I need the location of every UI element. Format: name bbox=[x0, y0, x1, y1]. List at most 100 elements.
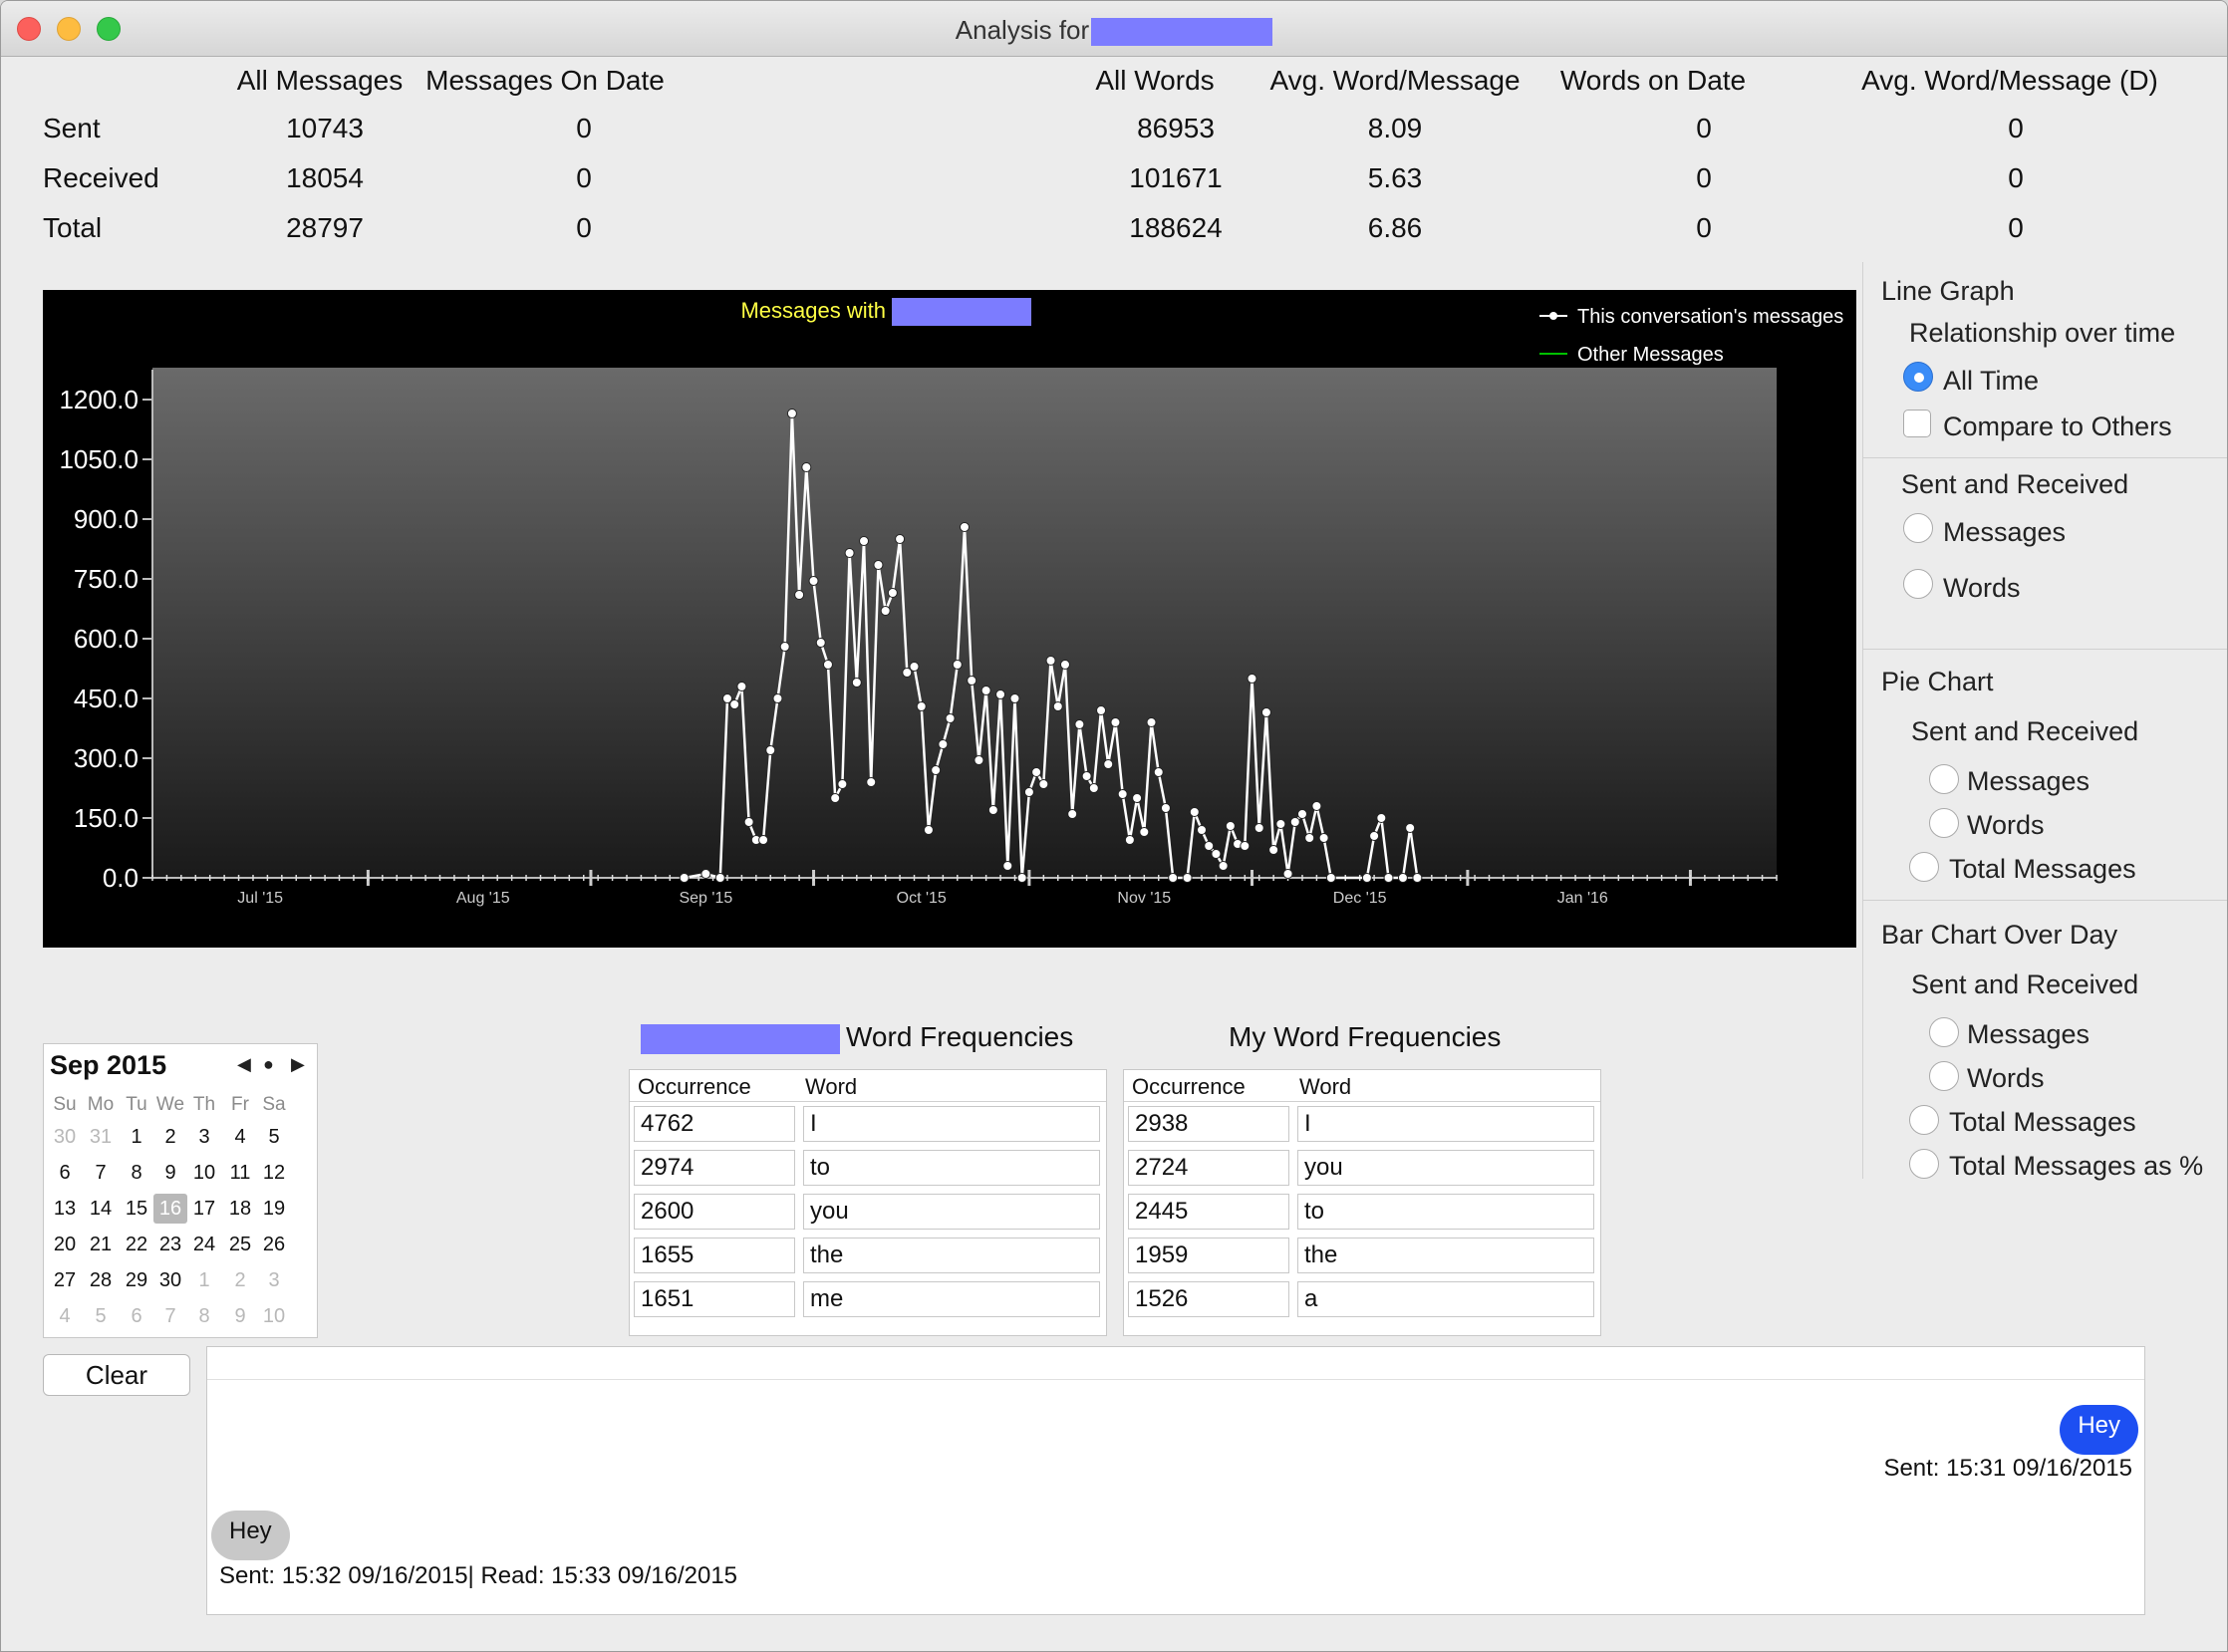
occurrence-cell[interactable]: 2938 bbox=[1128, 1106, 1289, 1142]
calendar-day[interactable]: 25 bbox=[223, 1230, 257, 1259]
calendar-day[interactable]: 30 bbox=[48, 1122, 82, 1152]
calendar-day[interactable]: 31 bbox=[84, 1122, 118, 1152]
calendar-day[interactable]: 20 bbox=[48, 1230, 82, 1259]
occurrence-cell[interactable]: 4762 bbox=[634, 1106, 795, 1142]
calendar-day[interactable]: 12 bbox=[257, 1158, 291, 1188]
calendar-day[interactable]: 3 bbox=[257, 1265, 291, 1295]
calendar-day[interactable]: 7 bbox=[84, 1158, 118, 1188]
occurrence-cell[interactable]: 1651 bbox=[634, 1281, 795, 1317]
calendar-day[interactable]: 4 bbox=[48, 1301, 82, 1331]
clear-button[interactable]: Clear bbox=[43, 1354, 190, 1396]
calendar-day[interactable]: 24 bbox=[187, 1230, 221, 1259]
bar-messages-radio[interactable] bbox=[1929, 1017, 1959, 1047]
calendar-day[interactable]: 6 bbox=[48, 1158, 82, 1188]
calendar-day[interactable]: 3 bbox=[187, 1122, 221, 1152]
calendar-day[interactable]: 2 bbox=[153, 1122, 187, 1152]
word-cell[interactable]: to bbox=[1297, 1194, 1594, 1230]
calendar-day[interactable]: 28 bbox=[84, 1265, 118, 1295]
column-header-occurrence[interactable]: Occurrence bbox=[638, 1074, 751, 1100]
calendar-day[interactable]: 4 bbox=[223, 1122, 257, 1152]
calendar-day[interactable]: 8 bbox=[120, 1158, 153, 1188]
occurrence-cell[interactable]: 2974 bbox=[634, 1150, 795, 1186]
calendar-day[interactable]: 15 bbox=[120, 1194, 153, 1224]
redacted-name bbox=[641, 1023, 840, 1054]
today-dot-icon[interactable]: ● bbox=[263, 1054, 274, 1075]
column-header-occurrence[interactable]: Occurrence bbox=[1132, 1074, 1246, 1100]
bar-words-radio[interactable] bbox=[1929, 1061, 1959, 1091]
calendar-day[interactable]: 29 bbox=[120, 1265, 153, 1295]
bar-total-pct-radio[interactable] bbox=[1909, 1149, 1939, 1179]
calendar-day[interactable]: 8 bbox=[187, 1301, 221, 1331]
y-tick-label: 450.0 bbox=[74, 684, 139, 713]
calendar-day[interactable]: 19 bbox=[257, 1194, 291, 1224]
separator bbox=[1863, 457, 2227, 458]
line-words-radio[interactable] bbox=[1903, 569, 1933, 599]
calendar-day[interactable]: 16 bbox=[153, 1194, 187, 1224]
calendar-day[interactable]: 22 bbox=[120, 1230, 153, 1259]
calendar-day[interactable]: 5 bbox=[84, 1301, 118, 1331]
occurrence-cell[interactable]: 1526 bbox=[1128, 1281, 1289, 1317]
pie-messages-radio[interactable] bbox=[1929, 764, 1959, 794]
occurrence-cell[interactable]: 1655 bbox=[634, 1238, 795, 1273]
occurrence-cell[interactable]: 2724 bbox=[1128, 1150, 1289, 1186]
calendar-day[interactable]: 5 bbox=[257, 1122, 291, 1152]
next-month-icon[interactable]: ▶ bbox=[291, 1054, 305, 1075]
stat-cell: 0 bbox=[576, 162, 592, 193]
word-cell[interactable]: a bbox=[1297, 1281, 1594, 1317]
column-header-word[interactable]: Word bbox=[1299, 1074, 1351, 1100]
received-message-bubble: Hey bbox=[211, 1511, 290, 1560]
data-point bbox=[837, 779, 848, 789]
calendar-day[interactable]: 2 bbox=[223, 1265, 257, 1295]
calendar-day[interactable]: 7 bbox=[153, 1301, 187, 1331]
line-messages-radio[interactable] bbox=[1903, 513, 1933, 543]
calendar-day[interactable]: 10 bbox=[187, 1158, 221, 1188]
redacted-name bbox=[1091, 18, 1273, 47]
calendar-day[interactable]: 11 bbox=[223, 1158, 257, 1188]
bar-total-radio[interactable] bbox=[1909, 1105, 1939, 1135]
occurrence-cell[interactable]: 2600 bbox=[634, 1194, 795, 1230]
word-cell[interactable]: you bbox=[1297, 1150, 1594, 1186]
my-word-frequencies-title: My Word Frequencies bbox=[1229, 1021, 1502, 1052]
calendar-day[interactable]: 23 bbox=[153, 1230, 187, 1259]
calendar-day[interactable]: 10 bbox=[257, 1301, 291, 1331]
word-cell[interactable]: the bbox=[1297, 1238, 1594, 1273]
stats-table: All Messages Messages On Date All Words … bbox=[1, 57, 2227, 256]
calendar-day[interactable]: 27 bbox=[48, 1265, 82, 1295]
word-cell[interactable]: to bbox=[803, 1150, 1100, 1186]
data-point bbox=[960, 522, 970, 532]
y-tick-label: 600.0 bbox=[74, 624, 139, 654]
x-tick-label: Aug '15 bbox=[456, 890, 510, 907]
all-time-radio[interactable] bbox=[1903, 362, 1933, 392]
data-point bbox=[1260, 707, 1271, 717]
calendar-day[interactable]: 9 bbox=[153, 1158, 187, 1188]
data-point bbox=[945, 713, 956, 723]
date-picker-calendar[interactable]: Sep 2015 ◀ ● ▶ Su Mo Tu We Th Fr Sa 30 31 1 2 3 4 5 6 7… bbox=[43, 1043, 318, 1338]
calendar-day[interactable]: 30 bbox=[153, 1265, 187, 1295]
word-cell[interactable]: I bbox=[803, 1106, 1100, 1142]
calendar-day[interactable]: 13 bbox=[48, 1194, 82, 1224]
calendar-day[interactable]: 1 bbox=[120, 1122, 153, 1152]
occurrence-cell[interactable]: 1959 bbox=[1128, 1238, 1289, 1273]
calendar-day[interactable]: 9 bbox=[223, 1301, 257, 1331]
word-cell[interactable]: I bbox=[1297, 1106, 1594, 1142]
pie-total-radio[interactable] bbox=[1909, 852, 1939, 882]
occurrence-cell[interactable]: 2445 bbox=[1128, 1194, 1289, 1230]
pie-words-radio[interactable] bbox=[1929, 808, 1959, 838]
word-cell[interactable]: you bbox=[803, 1194, 1100, 1230]
separator bbox=[1863, 649, 2227, 650]
stat-cell: 6.86 bbox=[1367, 212, 1423, 243]
compare-to-others-checkbox[interactable] bbox=[1903, 410, 1931, 437]
column-header-word[interactable]: Word bbox=[805, 1074, 857, 1100]
calendar-day[interactable]: 6 bbox=[120, 1301, 153, 1331]
sent-message-meta: Sent: 15:31 09/16/2015 bbox=[1883, 1455, 2132, 1482]
word-cell[interactable]: me bbox=[803, 1281, 1100, 1317]
prev-month-icon[interactable]: ◀ bbox=[237, 1054, 251, 1075]
word-cell[interactable]: the bbox=[803, 1238, 1100, 1273]
calendar-day[interactable]: 1 bbox=[187, 1265, 221, 1295]
calendar-day[interactable]: 17 bbox=[187, 1194, 221, 1224]
calendar-day[interactable]: 14 bbox=[84, 1194, 118, 1224]
header-words-on-date: Words on Date bbox=[1559, 65, 1747, 96]
calendar-day[interactable]: 26 bbox=[257, 1230, 291, 1259]
calendar-day[interactable]: 21 bbox=[84, 1230, 118, 1259]
calendar-day[interactable]: 18 bbox=[223, 1194, 257, 1224]
